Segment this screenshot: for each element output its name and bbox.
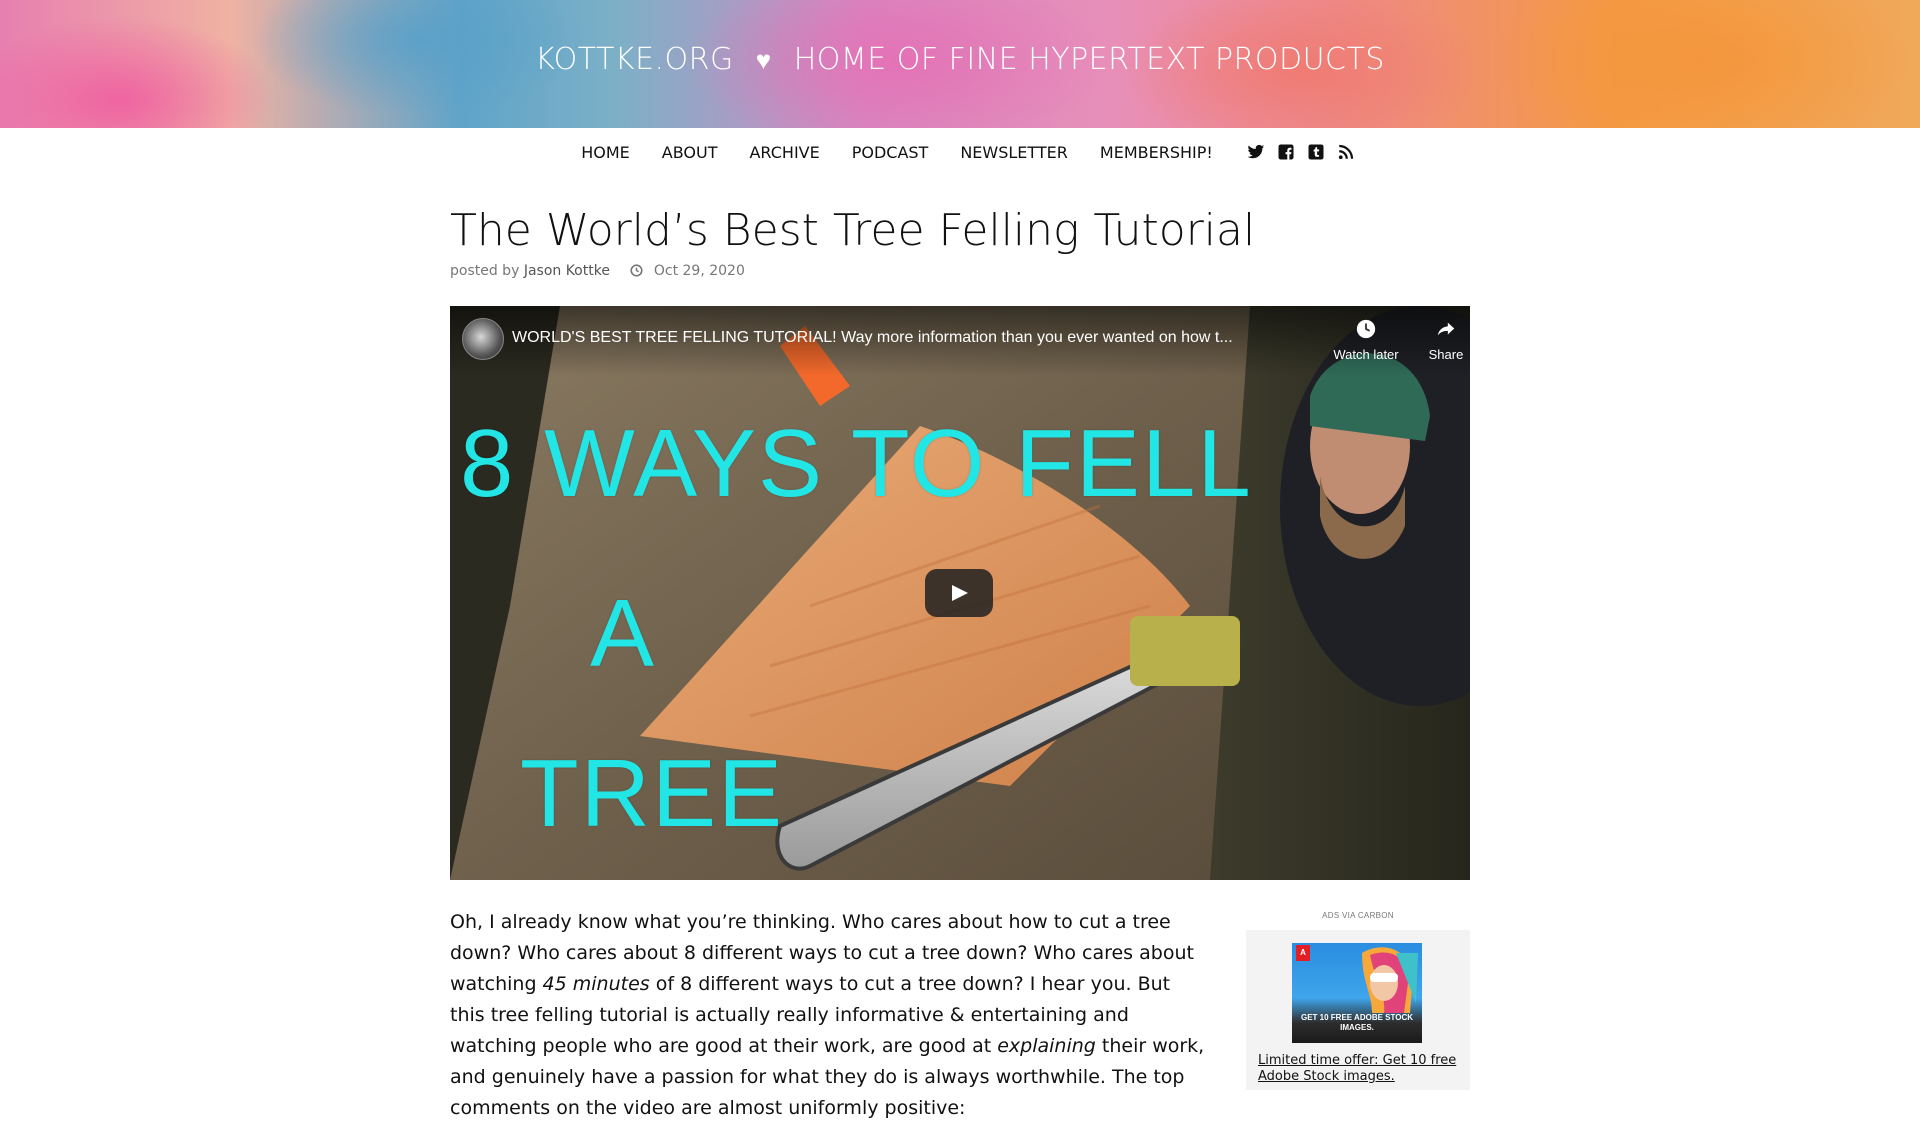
- channel-avatar[interactable]: [462, 318, 504, 360]
- nav-home[interactable]: HOME: [581, 143, 630, 162]
- nav-membership[interactable]: MEMBERSHIP!: [1100, 143, 1213, 162]
- share-arrow-icon: [1437, 322, 1455, 336]
- nav-about[interactable]: ABOUT: [662, 143, 718, 162]
- thumbnail-headline-line3: TREE: [520, 740, 785, 847]
- article-emphasis-2: explaining: [997, 1035, 1096, 1057]
- play-button[interactable]: [925, 569, 993, 617]
- ad-image[interactable]: A GET 10 FREE ADOBE STOCK IMAGES.: [1292, 943, 1422, 1043]
- carbon-ad: A GET 10 FREE ADOBE STOCK IMAGES. Limite…: [1246, 930, 1470, 1090]
- site-title[interactable]: KOTTKE.ORG ♥ HOME OF FINE HYPERTEXT PRODUC…: [0, 42, 1920, 77]
- thumbnail-headline-line2: A: [590, 580, 657, 687]
- nav-podcast[interactable]: PODCAST: [852, 143, 929, 162]
- ad-caption: GET 10 FREE ADOBE STOCK IMAGES.: [1300, 1013, 1414, 1032]
- video-embed[interactable]: 8 WAYS TO FELL A TREE WORLD'S BEST TREE …: [450, 306, 1470, 880]
- watch-later-button[interactable]: Watch later: [1326, 318, 1406, 362]
- heart-icon: ♥: [755, 46, 772, 76]
- clock-icon: [630, 264, 643, 281]
- nav-archive[interactable]: ARCHIVE: [749, 143, 819, 162]
- article-body: Oh, I already know what you’re thinking.…: [450, 907, 1210, 1124]
- video-title[interactable]: WORLD'S BEST TREE FELLING TUTORIAL! Way …: [512, 329, 1302, 347]
- ad-illustration: [1362, 947, 1418, 1013]
- watch-later-label: Watch later: [1333, 347, 1399, 362]
- share-button[interactable]: Share: [1406, 318, 1470, 362]
- posted-by-label: posted by: [450, 263, 520, 279]
- article-emphasis-1: 45 minutes: [542, 973, 650, 995]
- clock-icon: [1356, 319, 1376, 339]
- site-name[interactable]: KOTTKE.ORG: [535, 42, 734, 77]
- tumblr-icon[interactable]: [1307, 143, 1325, 161]
- social-icons: [1247, 143, 1355, 161]
- site-banner: KOTTKE.ORG ♥ HOME OF FINE HYPERTEXT PRODUC…: [0, 0, 1920, 128]
- author-link[interactable]: Jason Kottke: [524, 263, 610, 279]
- main-nav: HOME ABOUT ARCHIVE PODCAST NEWSLETTER ME…: [0, 128, 1920, 176]
- facebook-icon[interactable]: [1277, 143, 1295, 161]
- share-label: Share: [1428, 347, 1464, 362]
- site-tagline: HOME OF FINE HYPERTEXT PRODUCTS: [793, 42, 1385, 77]
- thumbnail-headline-line1: 8 WAYS TO FELL: [460, 410, 1253, 517]
- post-meta: posted by Jason Kottke Oct 29, 2020: [450, 263, 745, 281]
- rss-icon[interactable]: [1337, 143, 1355, 161]
- ad-link[interactable]: Limited time offer: Get 10 free Adobe St…: [1258, 1053, 1458, 1085]
- twitter-icon[interactable]: [1247, 143, 1265, 161]
- post-title[interactable]: The World’s Best Tree Felling Tutorial: [450, 205, 1255, 256]
- nav-newsletter[interactable]: NEWSLETTER: [960, 143, 1068, 162]
- post-date[interactable]: Oct 29, 2020: [654, 263, 745, 279]
- ad-label: ADS VIA CARBON: [1322, 911, 1394, 920]
